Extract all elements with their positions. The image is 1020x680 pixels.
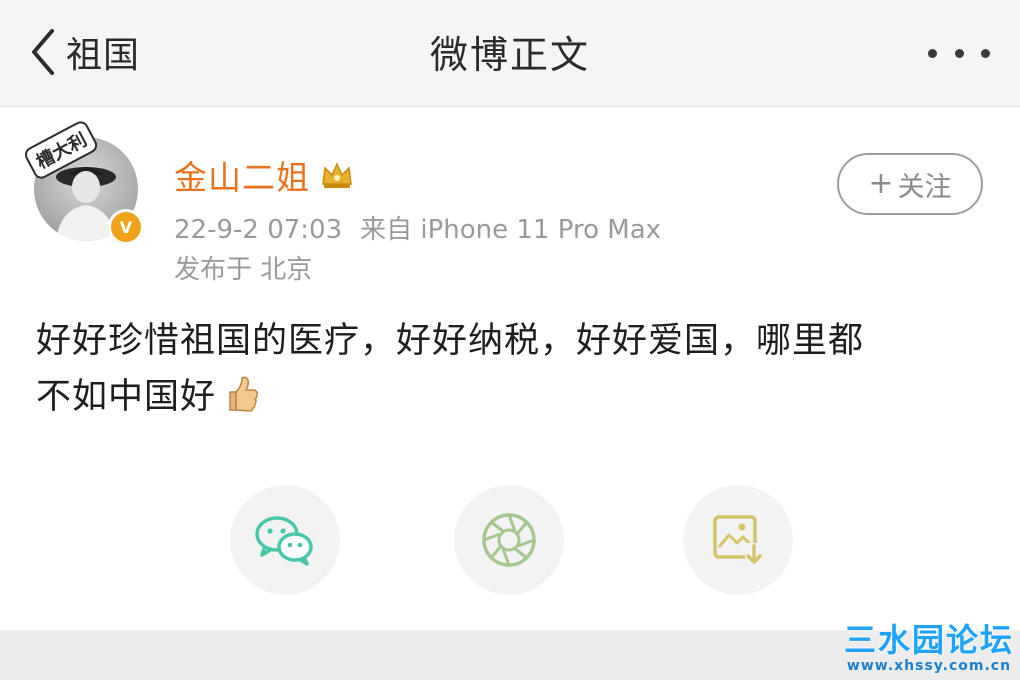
username[interactable]: 金山二姐: [174, 151, 310, 199]
moments-icon: [482, 513, 536, 567]
share-wechat-button[interactable]: [230, 485, 340, 595]
more-dot-icon: [981, 48, 990, 58]
share-moments-button[interactable]: [454, 485, 564, 595]
post-location: 发布于 北京: [174, 255, 313, 285]
plus-icon: +: [868, 166, 894, 201]
post-source: 来自 iPhone 11 Pro Max: [360, 215, 662, 245]
more-dot-icon: [928, 48, 937, 58]
post-text-line-2: 不如中国好: [36, 369, 986, 425]
post-card: 槽大利 V 金山二姐 22-9-2 07:03 来自 iPhone 11 Pro …: [0, 107, 1020, 630]
post-meta: 22-9-2 07:03 来自 iPhone 11 Pro Max: [174, 209, 661, 246]
post-text-line: 好好珍惜祖国的医疗，好好纳税，好好爱国，哪里都: [36, 321, 865, 361]
post-body: 好好珍惜祖国的医疗，好好纳税，好好爱国，哪里都 不如中国好: [36, 313, 986, 425]
back-button[interactable]: 祖国: [28, 22, 140, 82]
crown-icon: [322, 162, 352, 188]
post-text-line: 不如中国好: [36, 377, 217, 417]
chevron-left-icon: [32, 29, 54, 75]
username-row: 金山二姐: [174, 151, 354, 199]
save-image-icon: [713, 515, 763, 565]
thumbs-up-icon: [229, 376, 258, 412]
avatar[interactable]: 槽大利 V: [22, 118, 146, 247]
back-label: 祖国: [66, 35, 141, 76]
follow-label: 关注: [897, 171, 952, 203]
post-time: 22-9-2 07:03: [174, 215, 343, 245]
watermark: 三水园论坛 www.xhssy.com.cn: [844, 622, 1014, 674]
save-image-button[interactable]: [683, 485, 793, 595]
more-options-button[interactable]: [928, 38, 990, 68]
watermark-url: www.xhssy.com.cn: [846, 658, 1012, 674]
page-title: 微博正文: [429, 33, 590, 77]
more-dot-icon: [954, 48, 964, 58]
follow-button[interactable]: + 关注: [837, 153, 983, 215]
top-nav-bar: 祖国 微博正文: [0, 0, 1020, 107]
wechat-icon: [255, 516, 313, 566]
watermark-name: 三水园论坛: [843, 621, 1014, 659]
verified-badge-icon: V: [108, 209, 144, 245]
